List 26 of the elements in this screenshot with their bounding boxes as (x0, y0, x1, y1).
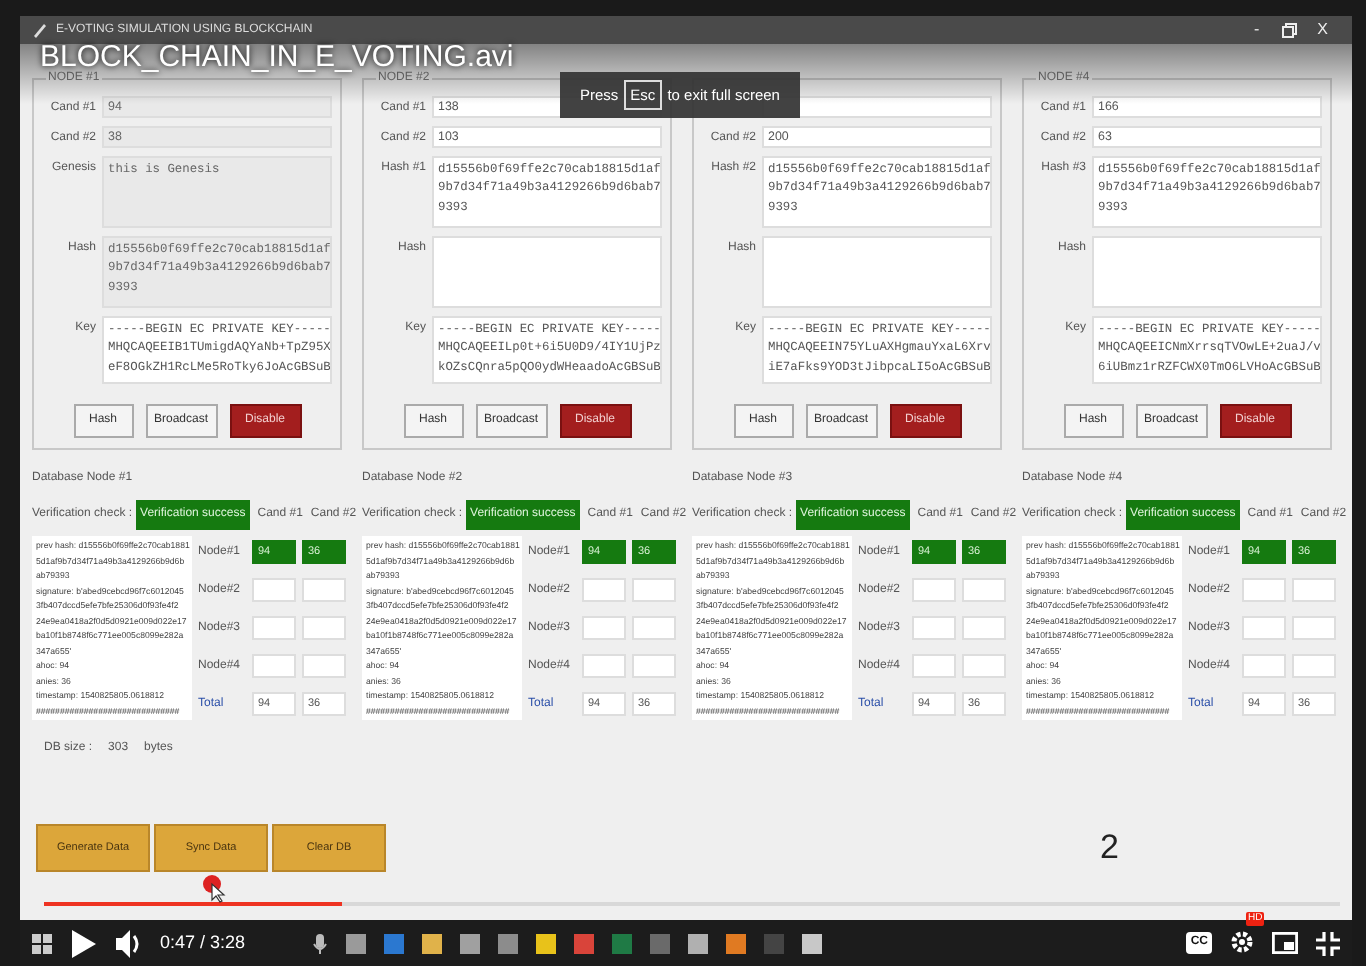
play-icon[interactable] (70, 929, 98, 957)
settings-icon[interactable] (1230, 930, 1254, 955)
taskbar-app-icon[interactable] (687, 933, 708, 953)
video-title: BLOCK_CHAIN_IN_E_VOTING.avi (40, 42, 514, 72)
start-icon[interactable] (32, 933, 52, 953)
taskbar-app-icon[interactable] (725, 933, 746, 953)
minimize-button[interactable]: - (1241, 18, 1272, 42)
taskbar-app-icon[interactable] (345, 933, 366, 953)
exit-fullscreen-icon[interactable] (1316, 931, 1340, 955)
taskbar-app-icon[interactable] (535, 933, 556, 953)
app-icon (32, 22, 48, 38)
volume-icon[interactable] (116, 929, 142, 957)
cursor-icon (202, 874, 226, 904)
input-field[interactable] (1092, 236, 1322, 308)
taskbar-app-icon[interactable] (421, 933, 442, 953)
restore-button[interactable] (1279, 21, 1298, 39)
taskbar-app-icon[interactable] (497, 933, 518, 953)
counter-text: 2 (1100, 826, 1119, 870)
close-button[interactable]: X (1305, 18, 1340, 42)
taskbar-app-icon[interactable] (459, 933, 480, 953)
time-display: 0:47 / 3:28 (160, 929, 246, 956)
taskbar-app-icon[interactable] (801, 933, 822, 953)
miniplayer-icon[interactable] (1272, 932, 1298, 954)
input-field[interactable] (432, 236, 662, 308)
input-field[interactable] (762, 236, 992, 308)
microphone-icon[interactable] (311, 933, 328, 953)
